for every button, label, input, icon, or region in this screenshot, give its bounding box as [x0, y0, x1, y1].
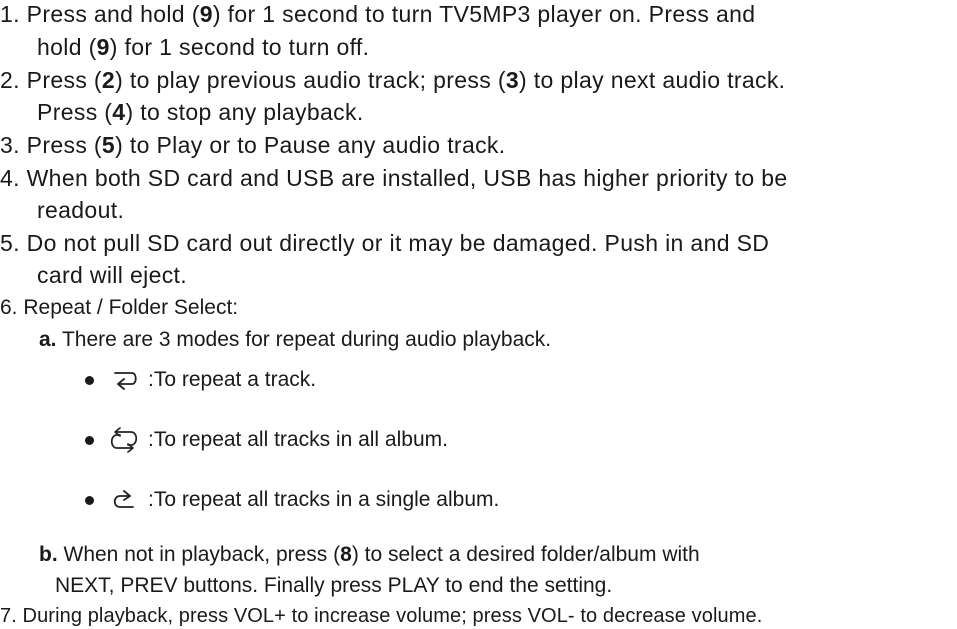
key-9: 9: [96, 34, 110, 60]
repeat-mode-all: :To repeat all tracks in all album.: [85, 424, 448, 456]
bullet: [85, 375, 94, 385]
key-5: 5: [101, 132, 116, 158]
item-4-line-2: readout.: [37, 197, 125, 223]
item-6a: a. There are 3 modes for repeat during a…: [39, 328, 552, 351]
instruction-page: 1. Press and hold (9) for 1 second to tu…: [0, 0, 957, 629]
item-1-line-2: hold (9) for 1 second to turn off.: [37, 34, 370, 60]
item-6b-line-2: NEXT, PREV buttons. Finally press PLAY t…: [55, 574, 613, 597]
item-7: 7. During playback, press VOL+ to increa…: [0, 605, 763, 627]
item-3: 3. Press (5) to Play or to Pause any aud…: [0, 132, 506, 158]
repeat-mode-album: :To repeat all tracks in a single album.: [85, 484, 499, 516]
repeat-one-icon: [108, 366, 140, 394]
repeat-album-icon: [108, 486, 140, 514]
key-8: 8: [340, 543, 352, 566]
item-4-line-1: 4. When both SD card and USB are install…: [0, 165, 788, 191]
repeat-all-icon: [108, 426, 140, 454]
item-6-title: 6. Repeat / Folder Select:: [0, 296, 239, 319]
item-2-line-1: 2. Press (2) to play previous audio trac…: [0, 67, 786, 93]
item-1-line-1: 1. Press and hold (9) for 1 second to tu…: [0, 1, 756, 27]
key-3: 3: [505, 67, 519, 93]
item-5-line-1: 5. Do not pull SD card out directly or i…: [0, 230, 770, 256]
item-5-line-2: card will eject.: [37, 262, 188, 288]
repeat-mode-track: :To repeat a track.: [85, 364, 316, 396]
item-2-line-2: Press (4) to stop any playback.: [37, 99, 364, 125]
bullet: [85, 435, 94, 445]
key-4: 4: [112, 99, 126, 125]
key-9: 9: [199, 1, 213, 27]
bullet: [85, 495, 94, 505]
item-6b-line-1: b. When not in playback, press (8) to se…: [39, 543, 700, 566]
key-2: 2: [101, 67, 116, 93]
